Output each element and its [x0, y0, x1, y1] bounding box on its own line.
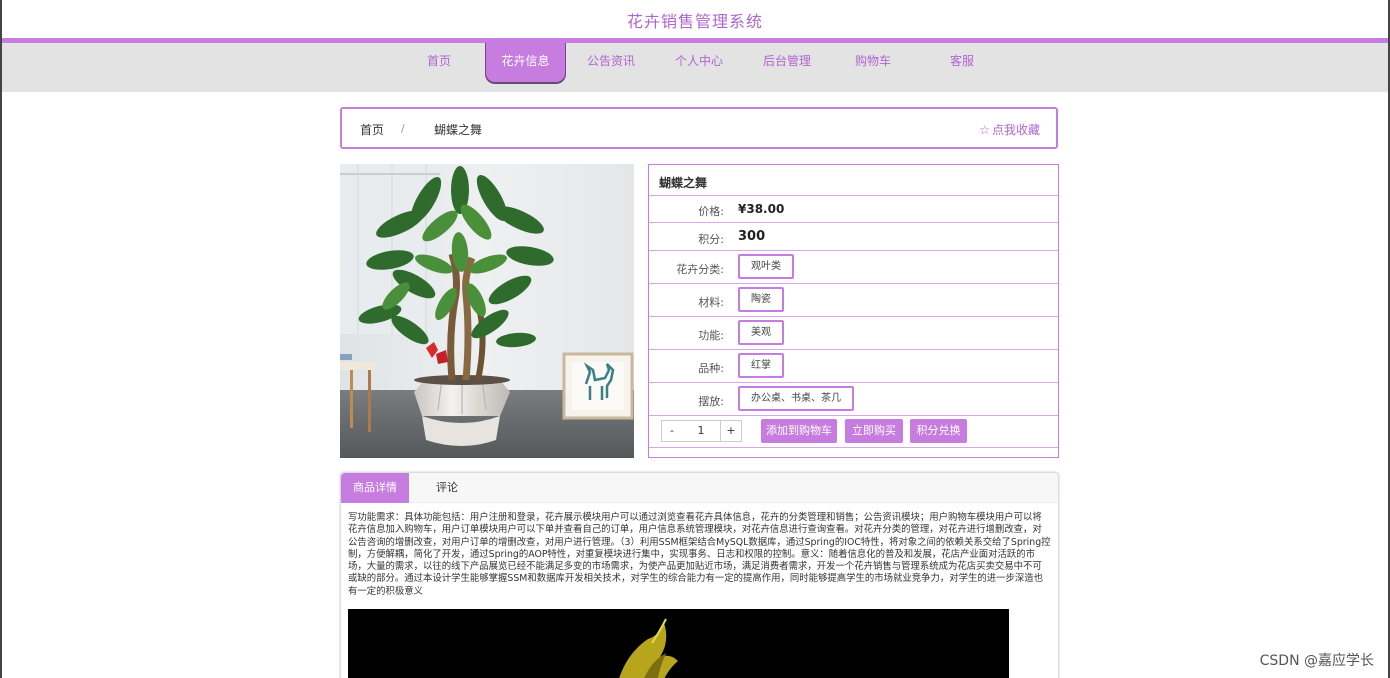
- watermark: CSDN @嘉应学长: [1259, 653, 1374, 669]
- site-title: 花卉销售管理系统: [626, 12, 763, 31]
- info-row-material: 材料: 陶瓷: [649, 284, 1058, 317]
- category-tag: 观叶类: [738, 254, 794, 279]
- nav-item-cart[interactable]: 购物车: [844, 43, 902, 83]
- info-row-function: 功能: 美观: [649, 317, 1058, 350]
- nav-item-profile[interactable]: 个人中心: [667, 43, 731, 83]
- material-label: 材料:: [698, 296, 724, 309]
- quantity-increase-button[interactable]: +: [720, 420, 742, 442]
- points-label: 积分:: [698, 233, 724, 246]
- nav-item-news[interactable]: 公告资讯: [579, 43, 643, 83]
- add-to-cart-button[interactable]: 添加到购物车: [761, 419, 837, 443]
- nav-item-flowers[interactable]: 花卉信息: [485, 43, 566, 83]
- nav-item-home[interactable]: 首页: [411, 43, 467, 83]
- product-image: [340, 164, 634, 458]
- tab-comments[interactable]: 评论: [419, 473, 475, 503]
- product-description: 写功能需求：具体功能包括：用户注册和登录，花卉展示模块用户可以通过浏览查看花卉具…: [348, 512, 1051, 597]
- info-row-points: 积分: 300: [649, 223, 1058, 251]
- info-row-price: 价格: ¥38.00: [649, 196, 1058, 223]
- placement-tag: 办公桌、书桌、茶几: [738, 386, 854, 411]
- points-value: 300: [738, 229, 766, 244]
- main-nav: 首页 花卉信息 公告资讯 个人中心 后台管理 购物车 客服: [2, 38, 1388, 92]
- product-detail-image: [348, 609, 1009, 678]
- product-name: 蝴蝶之舞: [659, 176, 708, 190]
- tab-details[interactable]: 商品详情: [341, 473, 409, 503]
- site-header: 花卉销售管理系统: [2, 0, 1388, 38]
- function-label: 功能:: [698, 329, 724, 342]
- favorite-label: 点我收藏: [991, 123, 1040, 137]
- info-row-category: 花卉分类: 观叶类: [649, 251, 1058, 284]
- placement-label: 摆放:: [698, 395, 724, 408]
- product-info-table: 蝴蝶之舞 价格: ¥38.00 积分: 300 花卉分类: 观叶类 材料: 陶瓷…: [648, 164, 1059, 458]
- breadcrumb: 首页 / 蝴蝶之舞 ☆ 点我收藏: [340, 107, 1058, 149]
- breadcrumb-separator: /: [401, 122, 405, 135]
- material-tag: 陶瓷: [738, 287, 784, 312]
- variety-tag: 红掌: [738, 353, 784, 378]
- buy-now-button[interactable]: 立即购买: [845, 419, 903, 443]
- function-tag: 美观: [738, 320, 784, 345]
- category-label: 花卉分类:: [676, 263, 724, 276]
- info-row-placement: 摆放: 办公桌、书桌、茶几: [649, 383, 1058, 416]
- star-icon: ☆: [979, 123, 990, 137]
- price-value: ¥38.00: [738, 202, 785, 216]
- nav-item-service[interactable]: 客服: [939, 43, 985, 83]
- info-row-name: 蝴蝶之舞: [649, 165, 1058, 196]
- points-exchange-button[interactable]: 积分兑换: [910, 419, 967, 443]
- quantity-decrease-button[interactable]: -: [661, 420, 683, 442]
- breadcrumb-current: 蝴蝶之舞: [434, 123, 483, 137]
- tab-strip: 商品详情 评论: [341, 473, 1058, 503]
- favorite-button[interactable]: ☆ 点我收藏: [979, 121, 1040, 138]
- breadcrumb-home[interactable]: 首页: [360, 121, 384, 138]
- price-label: 价格:: [698, 205, 724, 218]
- variety-label: 品种:: [698, 362, 724, 375]
- info-row-variety: 品种: 红掌: [649, 350, 1058, 383]
- quantity-input[interactable]: 1: [682, 420, 720, 442]
- nav-item-admin[interactable]: 后台管理: [755, 43, 819, 83]
- detail-tabs-panel: 商品详情 评论 写功能需求：具体功能包括：用户注册和登录，花卉展示模块用户可以通…: [340, 472, 1059, 678]
